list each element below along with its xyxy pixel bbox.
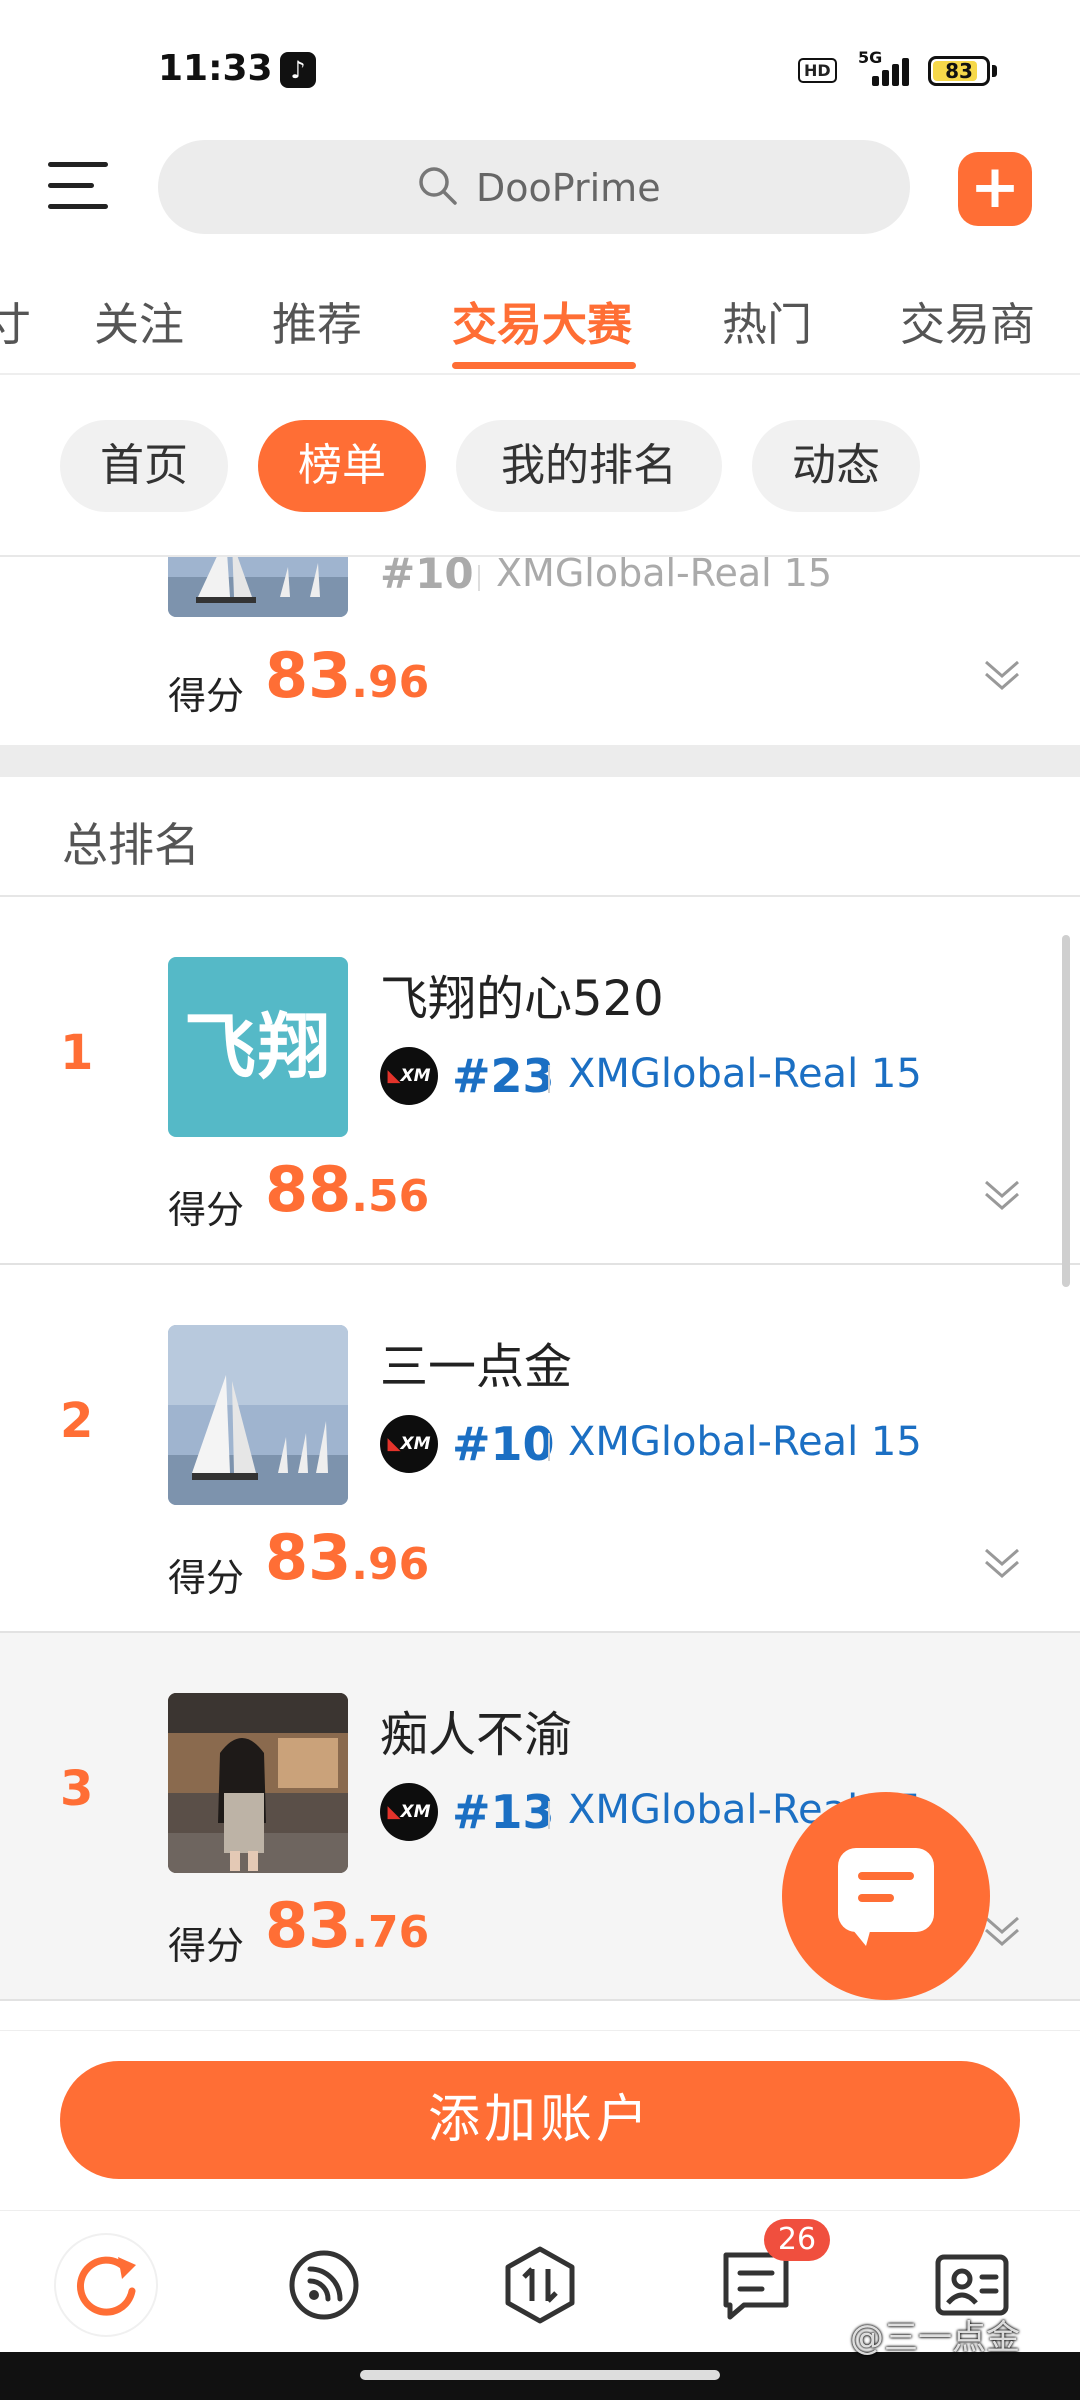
search-input[interactable]: DooPrime (158, 140, 910, 234)
avatar: 飞翔 (168, 957, 348, 1137)
battery-icon: 83 (928, 56, 990, 86)
battery-level: 83 (945, 59, 973, 83)
score-label: 得分 (168, 1556, 245, 1600)
score-label: 得分 (168, 1188, 245, 1232)
tiktok-icon: ♪ (280, 52, 316, 88)
tab-follow[interactable]: 关注 (94, 288, 184, 353)
scrollbar[interactable] (1062, 935, 1070, 1287)
chevron-down-icon[interactable] (980, 1540, 1024, 1584)
trade-icon (505, 2246, 575, 2324)
tab-hot[interactable]: 热门 (722, 288, 812, 353)
menu-icon[interactable] (48, 158, 108, 214)
rank-number: 1 (60, 1025, 94, 1081)
account-number: #10 (452, 1417, 555, 1471)
score-value: 88.56 (265, 1153, 430, 1226)
nav-trade[interactable] (490, 2235, 590, 2335)
xm-broker-icon: ◣XM (380, 1783, 438, 1841)
chevron-down-icon[interactable] (980, 1172, 1024, 1216)
rank-number: 3 (60, 1761, 94, 1817)
chat-button[interactable] (782, 1792, 990, 2000)
subtab-activity[interactable]: 动态 (752, 420, 920, 512)
add-account-bar: 添加账户 (0, 2030, 1080, 2210)
score-value: 83.96 (265, 1521, 430, 1594)
active-tab-indicator (452, 362, 636, 369)
subtab-home[interactable]: 首页 (60, 420, 228, 512)
score-value: 83.96 (265, 639, 430, 712)
signal-icon (872, 58, 916, 86)
tab-trading-contest[interactable]: 交易大赛 (452, 288, 632, 353)
gesture-bar (0, 2352, 1080, 2400)
ranking-row[interactable]: 1 飞翔 飞翔的心520 ◣XM #23 XMGlobal-Real 15 得分… (0, 897, 1080, 1265)
status-time: 11:33 (158, 48, 273, 89)
hd-indicator: HD (798, 58, 837, 83)
search-icon (419, 167, 457, 205)
account-number: #23 (452, 1049, 555, 1103)
xm-broker-icon: ◣XM (380, 1415, 438, 1473)
chevron-down-icon[interactable] (980, 652, 1024, 696)
trader-name: 三一点金 (380, 1339, 573, 1395)
account-server: XMGlobal-Real 15 (568, 1051, 922, 1097)
avatar (168, 1693, 348, 1873)
account-server: XMGlobal-Real 15 (496, 555, 833, 595)
feed-icon (289, 2250, 359, 2320)
tab-recommend[interactable]: 推荐 (272, 288, 362, 353)
nav-feed[interactable] (274, 2235, 374, 2335)
section-divider (0, 745, 1080, 777)
add-button[interactable]: + (958, 152, 1032, 226)
messages-badge: 26 (764, 2219, 830, 2261)
status-bar: 11:33 ♪ HD 5G 83 (0, 0, 1080, 140)
avatar (168, 557, 348, 617)
tab-brokers[interactable]: 交易商 (900, 288, 1035, 353)
rank-number: 2 (60, 1393, 94, 1449)
account-number: #13 (452, 1785, 555, 1839)
nav-refresh[interactable] (56, 2235, 156, 2335)
chat-icon (838, 1848, 934, 1932)
score-label: 得分 (168, 1924, 245, 1968)
score-value: 83.76 (265, 1889, 430, 1962)
main-tabs: 寸 关注 推荐 交易大赛 热门 交易商 (0, 270, 1080, 375)
add-account-button[interactable]: 添加账户 (60, 2061, 1020, 2179)
account-server: XMGlobal-Real 15 (568, 1419, 922, 1465)
trader-name: 飞翔的心520 (380, 971, 664, 1027)
ranking-row[interactable]: 2 三一点金 ◣XM #10 XMGlobal-Real 15 得分 83.96 (0, 1265, 1080, 1633)
tab-partial[interactable]: 寸 (0, 288, 31, 353)
score-label: 得分 (168, 674, 245, 718)
account-number: #10 (380, 555, 474, 598)
subtab-my-ranking[interactable]: 我的排名 (456, 420, 722, 512)
refresh-icon (76, 2256, 136, 2316)
trader-name: 痴人不渝 (380, 1707, 573, 1763)
xm-broker-icon: ◣XM (380, 1047, 438, 1105)
section-header: 总排名 (0, 777, 1080, 897)
avatar (168, 1325, 348, 1505)
my-ranking-card[interactable]: #10 XMGlobal-Real 15 得分 83.96 (0, 555, 1080, 745)
home-indicator[interactable] (360, 2370, 720, 2380)
subtab-leaderboard[interactable]: 榜单 (258, 420, 426, 512)
sub-tabs: 首页 榜单 我的排名 动态 (0, 375, 1080, 555)
watermark: @三一点金 (850, 2318, 1020, 2358)
section-title: 总排名 (62, 818, 200, 872)
search-placeholder: DooPrime (476, 166, 661, 210)
